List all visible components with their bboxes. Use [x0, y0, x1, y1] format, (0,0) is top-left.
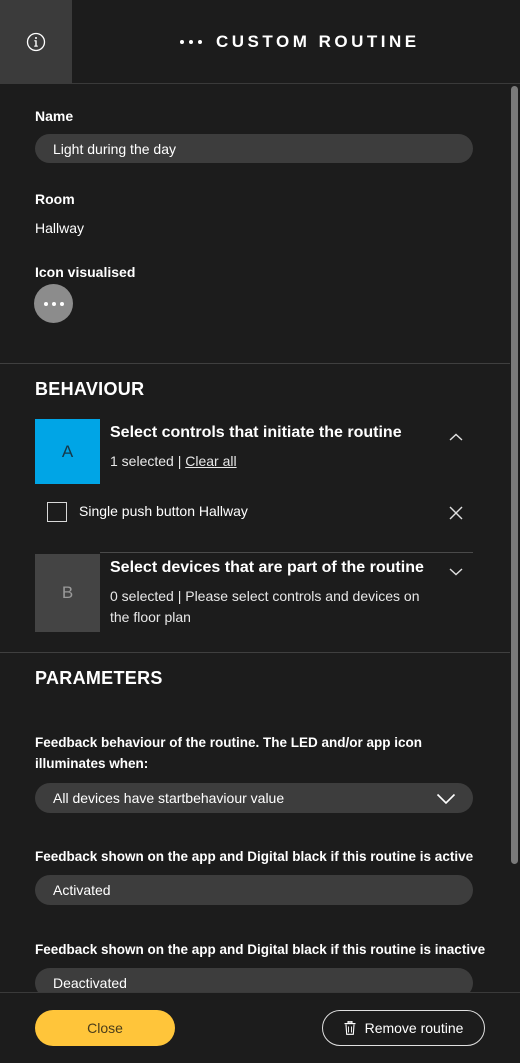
controls-title[interactable]: Select controls that initiate the routin…	[110, 424, 402, 442]
chevron-down-icon[interactable]	[436, 793, 456, 805]
controls-subtitle: 1 selected | Clear all	[110, 451, 237, 472]
footer: Close Remove routine	[0, 992, 520, 1063]
controls-badge: A	[35, 419, 100, 484]
divider	[0, 652, 510, 653]
page-title: CUSTOM ROUTINE	[180, 30, 420, 54]
routine-form[interactable]: Name Light during the day Room Hallway I…	[0, 85, 510, 992]
chevron-up-icon[interactable]	[449, 433, 463, 441]
chevron-down-icon[interactable]	[449, 568, 463, 576]
inactive-feedback-label: Feedback shown on the app and Digital bl…	[35, 942, 486, 957]
close-button[interactable]: Close	[35, 1010, 175, 1046]
more-dots-icon	[180, 40, 202, 44]
dot	[43, 301, 48, 306]
divider	[100, 552, 473, 553]
devices-subtitle-line1: 0 selected | Please select controls and …	[110, 588, 420, 604]
feedback-label-line2: illuminates when:	[35, 756, 149, 771]
devices-title[interactable]: Select devices that are part of the rout…	[110, 559, 424, 577]
behaviour-title: BEHAVIOUR	[35, 379, 145, 399]
devices-badge: B	[35, 554, 100, 632]
info-button[interactable]	[0, 0, 72, 84]
control-item-label: Single push button Hallway	[79, 503, 248, 519]
page-title-text: CUSTOM ROUTINE	[216, 32, 420, 51]
info-icon	[26, 32, 46, 52]
devices-subtitle-line2: the floor plan	[110, 609, 191, 625]
remove-routine-label: Remove routine	[364, 1020, 464, 1036]
icon-picker-button[interactable]	[34, 284, 73, 323]
name-label: Name	[35, 108, 74, 124]
header: CUSTOM ROUTINE	[0, 0, 520, 84]
active-feedback-input[interactable]: Activated	[35, 875, 473, 905]
divider	[0, 363, 510, 364]
icon-label: Icon visualised	[35, 264, 136, 280]
clear-all-link[interactable]: Clear all	[185, 453, 236, 469]
inactive-feedback-input[interactable]: Deactivated	[35, 968, 473, 992]
remove-routine-button[interactable]: Remove routine	[322, 1010, 485, 1046]
dot	[51, 301, 56, 306]
trash-icon	[344, 1021, 356, 1035]
room-value: Hallway	[35, 220, 85, 236]
controls-selected-count: 1 selected |	[110, 453, 182, 469]
dot	[59, 301, 64, 306]
feedback-label-line1: Feedback behaviour of the routine. The L…	[35, 735, 423, 750]
feedback-select[interactable]: All devices have startbehaviour value	[35, 783, 473, 813]
close-icon[interactable]	[449, 506, 463, 520]
scrollbar-thumb[interactable]	[511, 86, 518, 864]
name-input[interactable]: Light during the day	[35, 134, 473, 163]
feedback-select-value: All devices have startbehaviour value	[53, 790, 285, 806]
active-feedback-label: Feedback shown on the app and Digital bl…	[35, 849, 474, 864]
room-label: Room	[35, 191, 75, 207]
parameters-title: PARAMETERS	[35, 668, 163, 688]
control-checkbox[interactable]	[47, 502, 67, 522]
